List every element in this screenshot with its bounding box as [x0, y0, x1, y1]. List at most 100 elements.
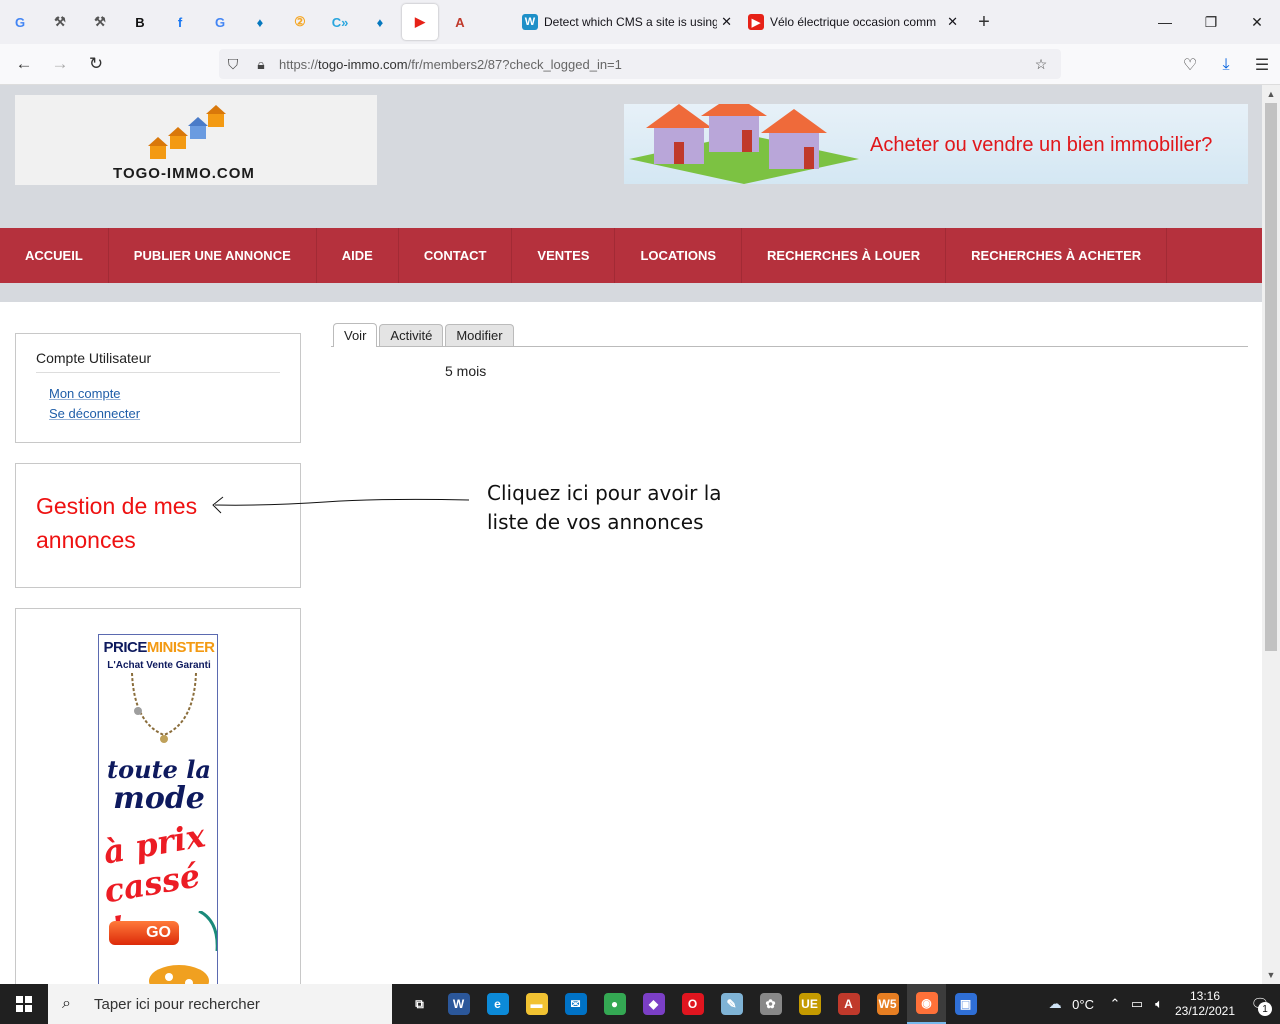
start-button[interactable] — [0, 984, 48, 1024]
windows-logo-icon — [16, 996, 32, 1012]
temperature[interactable]: 0°C — [1072, 997, 1094, 1012]
taskbar-app[interactable]: ✎ — [712, 984, 751, 1024]
nav-item[interactable]: LOCATIONS — [615, 228, 743, 283]
nav-item[interactable]: PUBLIER UNE ANNONCE — [109, 228, 317, 283]
network-app-icon: ▣ — [954, 993, 977, 1015]
open-tabs: W Detect which CMS a site is using ✕ ▶ Vélo … — [514, 4, 966, 40]
url-text[interactable]: https://togo-immo.com/fr/members2/87?che… — [279, 57, 1027, 72]
notifications-icon[interactable]: 🗨︎1 — [1240, 984, 1280, 1024]
taskbar-app[interactable]: ✉ — [556, 984, 595, 1024]
bookmark-tool-icon: ⚒ — [54, 14, 66, 29]
taskbar-app[interactable]: ✿ — [751, 984, 790, 1024]
notification-count: 1 — [1258, 1002, 1272, 1016]
scroll-thumb[interactable] — [1265, 103, 1277, 651]
nav-item[interactable]: ACCUEIL — [0, 228, 109, 283]
pinned-tab[interactable]: ♦ — [240, 4, 280, 40]
network-icon[interactable]: ▭ — [1126, 996, 1148, 1012]
tracking-shield-icon[interactable]: ⛉ — [219, 56, 247, 73]
new-tab-button[interactable]: + — [966, 4, 1002, 40]
url-bar[interactable]: ⛉ 🔒︎ https://togo-immo.com/fr/members2/8… — [219, 49, 1061, 79]
pinned-tab[interactable]: G — [0, 4, 40, 40]
taskbar-app[interactable]: ● — [595, 984, 634, 1024]
ws-icon: W5 — [876, 993, 899, 1015]
system-tray: ☁ 0°C ⌃ ▭ 🔈︎ 13:16 23/12/2021 🗨︎1 — [1044, 984, 1280, 1024]
taskbar-search[interactable]: ⌕ Taper ici pour rechercher — [48, 984, 392, 1024]
close-window-icon[interactable]: ✕ — [1234, 0, 1280, 44]
site-logo[interactable]: TOGO-IMMO.COM — [15, 95, 377, 185]
pinned-tab[interactable]: A — [440, 4, 480, 40]
user-account-block: Compte Utilisateur Mon compte Se déconne… — [15, 333, 301, 443]
scroll-down-icon[interactable]: ▼ — [1262, 966, 1280, 984]
houses-logo-icon — [148, 105, 226, 159]
taskbar-app[interactable]: W5 — [868, 984, 907, 1024]
browser-tab-strip: G ⚒ ⚒ Bf G ♦ ② C» ♦ ▶ A W Detect which CMS a site i… — [0, 0, 1280, 44]
taskbar-app[interactable]: ▬ — [517, 984, 556, 1024]
taskbar-app[interactable]: ◆ — [634, 984, 673, 1024]
volume-icon[interactable]: 🔈︎ — [1148, 996, 1170, 1012]
search-placeholder: Taper ici pour rechercher — [94, 995, 260, 1013]
tab-0[interactable]: Voir — [333, 323, 378, 347]
downloads-icon[interactable]: ⤓ — [1208, 56, 1244, 74]
firefox-icon: ◉ — [915, 992, 938, 1014]
taskbar-app[interactable]: ▣ — [946, 984, 985, 1024]
window-controls: — ❐ ✕ — [1142, 0, 1280, 44]
drupal-icon: ♦ — [256, 14, 264, 30]
priceminister-ad[interactable]: PRICEMINISTER L'Achat Vente Garanti tout… — [98, 634, 218, 984]
clock[interactable]: 13:16 23/12/2021 — [1170, 989, 1240, 1019]
pinned-tab[interactable]: ② — [280, 4, 320, 40]
nav-item[interactable]: CONTACT — [399, 228, 513, 283]
necklace-icon — [131, 673, 197, 743]
logo-text: TOGO-IMMO.COM — [113, 165, 255, 182]
pinned-tab[interactable]: ⚒ — [40, 4, 80, 40]
vertical-scrollbar[interactable]: ▲ ▼ — [1262, 85, 1280, 984]
tab-2[interactable]: Modifier — [445, 324, 514, 346]
nav-item[interactable]: RECHERCHES À LOUER — [742, 228, 947, 283]
ue-icon: UE — [798, 993, 821, 1015]
tab-close-icon[interactable]: ✕ — [947, 14, 958, 30]
taskbar-app[interactable]: ⧉ — [400, 984, 439, 1024]
taskbar-app[interactable]: A — [829, 984, 868, 1024]
pinned-tab[interactable]: B — [120, 4, 160, 40]
taskbar-app[interactable]: W — [439, 984, 478, 1024]
pinned-tab[interactable]: G — [200, 4, 240, 40]
pocket-icon[interactable]: ♡ — [1172, 55, 1208, 75]
pinned-tab[interactable]: ♦ — [360, 4, 400, 40]
acrobat-icon: A — [837, 993, 860, 1015]
bookmark-star-icon[interactable]: ☆ — [1027, 56, 1055, 73]
weather-cloud-icon[interactable]: ☁ — [1044, 996, 1066, 1012]
time: 13:16 — [1189, 989, 1221, 1003]
opera-icon: O — [681, 993, 704, 1015]
forward-icon[interactable]: → — [42, 48, 78, 80]
drupal-icon: ♦ — [376, 14, 384, 30]
reload-icon[interactable]: ↻ — [78, 48, 114, 80]
pinned-tab[interactable]: ▶ — [402, 4, 438, 40]
divider — [36, 372, 280, 373]
taskbar-app[interactable]: ◉ — [907, 984, 946, 1024]
nav-item[interactable]: AIDE — [317, 228, 399, 283]
tab-close-icon[interactable]: ✕ — [721, 14, 732, 30]
tab-1[interactable]: Activité — [379, 324, 444, 346]
facebook-icon: f — [177, 14, 183, 30]
lock-icon[interactable]: 🔒︎ — [247, 56, 275, 73]
pinned-tab[interactable]: f — [160, 4, 200, 40]
banner-text: Acheter ou vendre un bien immobilier? — [870, 134, 1213, 156]
pinned-tab[interactable]: ⚒ — [80, 4, 120, 40]
my-account-link[interactable]: Mon compte — [49, 386, 121, 401]
minimize-icon[interactable]: — — [1142, 0, 1188, 44]
browser-tab[interactable]: ▶ Vélo électrique occasion comm ✕ — [740, 4, 966, 40]
taskbar-app[interactable]: O — [673, 984, 712, 1024]
back-icon[interactable]: ← — [6, 48, 42, 80]
logout-link[interactable]: Se déconnecter — [49, 406, 140, 421]
pinned-tab[interactable]: C» — [320, 4, 360, 40]
taskbar-app[interactable]: UE — [790, 984, 829, 1024]
menu-icon[interactable]: ☰ — [1244, 55, 1280, 75]
scroll-up-icon[interactable]: ▲ — [1262, 85, 1280, 103]
header-banner[interactable]: Acheter ou vendre un bien immobilier? — [624, 94, 1248, 184]
nav-item[interactable]: RECHERCHES À ACHETER — [946, 228, 1168, 283]
chevron-up-icon[interactable]: ⌃ — [1104, 996, 1126, 1012]
browser-tab[interactable]: W Detect which CMS a site is using ✕ — [514, 4, 740, 40]
nav-item[interactable]: VENTES — [512, 228, 616, 283]
restore-icon[interactable]: ❐ — [1188, 0, 1234, 44]
taskbar-app[interactable]: e — [478, 984, 517, 1024]
brave-icon: ◆ — [642, 993, 665, 1015]
